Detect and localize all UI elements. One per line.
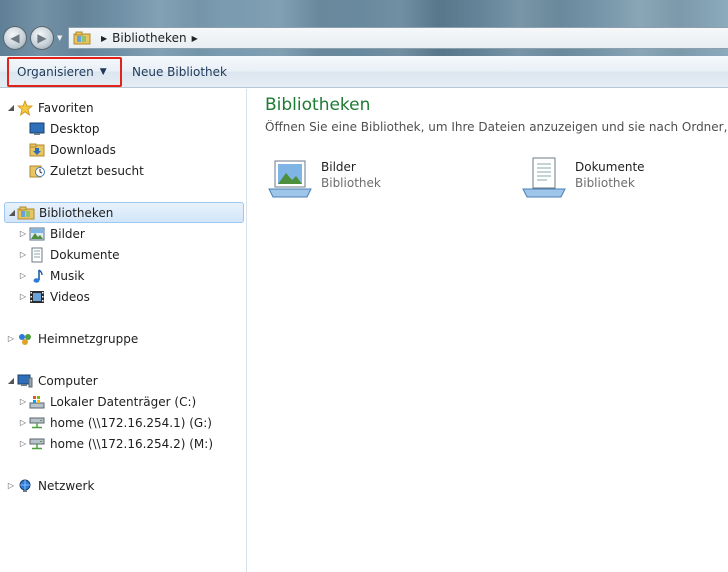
recent-pages-dropdown[interactable]: ▼: [57, 34, 65, 42]
nav-label: Desktop: [50, 121, 100, 136]
libraries-icon: [17, 205, 35, 221]
nav-item-drive-c[interactable]: ▷ Lokaler Datenträger (C:): [0, 391, 247, 412]
network-icon: [16, 478, 34, 494]
breadcrumb-bibliotheken[interactable]: Bibliotheken: [112, 31, 186, 45]
nav-item-drive-g[interactable]: ▷ home (\\172.16.254.1) (G:): [0, 412, 247, 433]
nav-label: home (\\172.16.254.2) (M:): [50, 436, 214, 451]
nav-label: Netzwerk: [38, 478, 95, 493]
new-library-label: Neue Bibliothek: [132, 64, 227, 79]
organize-label: Organisieren: [17, 64, 94, 79]
nav-item-libraries[interactable]: ◢ Bibliotheken: [4, 202, 244, 223]
new-library-button[interactable]: Neue Bibliothek: [122, 57, 237, 87]
network-drive-icon: [28, 415, 46, 431]
organize-button[interactable]: Organisieren ▼: [7, 56, 122, 87]
documents-icon: [28, 247, 46, 263]
nav-label: home (\\172.16.254.1) (G:): [50, 415, 212, 430]
recent-places-icon: [28, 163, 46, 179]
nav-label: Bibliotheken: [39, 205, 114, 220]
arrow-left-icon: ◀: [10, 31, 20, 45]
collapsed-arrow-icon[interactable]: ▷: [18, 439, 28, 448]
local-drive-icon: [28, 394, 46, 410]
back-button[interactable]: ◀: [3, 26, 27, 50]
star-icon: [16, 99, 34, 116]
computer-icon: [16, 373, 34, 389]
nav-item-computer[interactable]: ◢ Computer: [0, 370, 247, 391]
collapsed-arrow-icon[interactable]: ▷: [18, 271, 28, 280]
pictures-library-icon: [268, 160, 312, 198]
collapsed-arrow-icon[interactable]: ▷: [6, 481, 16, 490]
content-pane: Bibliotheken Öffnen Sie eine Bibliothek,…: [248, 89, 728, 572]
arrow-right-icon: ▶: [37, 31, 47, 45]
page-title: Bibliotheken: [265, 95, 371, 115]
nav-label: Videos: [50, 289, 90, 304]
nav-item-desktop[interactable]: Desktop: [0, 118, 247, 139]
nav-item-videos[interactable]: ▷ Videos: [0, 286, 247, 307]
nav-label: Heimnetzgruppe: [38, 331, 139, 346]
address-bar[interactable]: ▶ Bibliotheken ▶: [68, 27, 728, 49]
collapsed-arrow-icon[interactable]: ▷: [18, 292, 28, 301]
libraries-icon: [73, 31, 91, 45]
page-subtitle: Öffnen Sie eine Bibliothek, um Ihre Date…: [265, 120, 728, 134]
nav-label: Dokumente: [50, 247, 120, 262]
library-type: Bibliothek: [321, 176, 381, 190]
nav-item-music[interactable]: ▷ Musik: [0, 265, 247, 286]
nav-item-recent[interactable]: Zuletzt besucht: [0, 160, 247, 181]
expanded-arrow-icon[interactable]: ◢: [7, 208, 17, 217]
nav-item-favorites[interactable]: ◢ Favoriten: [0, 97, 247, 118]
navigation-pane: ◢ Favoriten Desktop Downloads Zuletzt be…: [0, 89, 247, 572]
collapsed-arrow-icon[interactable]: ▷: [18, 229, 28, 238]
downloads-folder-icon: [28, 142, 46, 158]
library-item-pictures[interactable]: Bilder Bibliothek: [265, 155, 381, 199]
documents-library-icon: [522, 157, 566, 198]
nav-item-pictures[interactable]: ▷ Bilder: [0, 223, 247, 244]
library-item-documents[interactable]: Dokumente Bibliothek: [519, 155, 645, 199]
music-icon: [28, 268, 46, 284]
library-name: Dokumente: [575, 160, 645, 174]
chevron-down-icon: ▼: [57, 34, 63, 42]
pictures-icon: [28, 226, 46, 242]
command-bar: Organisieren ▼ Neue Bibliothek: [0, 56, 728, 88]
collapsed-arrow-icon[interactable]: ▷: [6, 334, 16, 343]
expanded-arrow-icon[interactable]: ◢: [6, 376, 16, 385]
collapsed-arrow-icon[interactable]: ▷: [18, 250, 28, 259]
library-name: Bilder: [321, 160, 356, 174]
nav-label: Musik: [50, 268, 85, 283]
breadcrumb-separator-icon[interactable]: ▶: [101, 34, 107, 43]
nav-label: Bilder: [50, 226, 85, 241]
nav-item-documents[interactable]: ▷ Dokumente: [0, 244, 247, 265]
collapsed-arrow-icon[interactable]: ▷: [18, 418, 28, 427]
nav-item-network[interactable]: ▷ Netzwerk: [0, 475, 247, 496]
caret-down-icon: ▼: [99, 66, 107, 77]
network-drive-icon: [28, 436, 46, 452]
nav-item-homegroup[interactable]: ▷ Heimnetzgruppe: [0, 328, 247, 349]
nav-item-downloads[interactable]: Downloads: [0, 139, 247, 160]
nav-label: Downloads: [50, 142, 116, 157]
breadcrumb-separator-icon[interactable]: ▶: [192, 34, 198, 43]
nav-label: Zuletzt besucht: [50, 163, 144, 178]
nav-label: Computer: [38, 373, 98, 388]
collapsed-arrow-icon[interactable]: ▷: [18, 397, 28, 406]
expanded-arrow-icon[interactable]: ◢: [6, 103, 16, 112]
nav-label: Lokaler Datenträger (C:): [50, 394, 197, 409]
nav-item-drive-m[interactable]: ▷ home (\\172.16.254.2) (M:): [0, 433, 247, 454]
nav-label: Favoriten: [38, 100, 94, 115]
videos-icon: [28, 289, 46, 305]
library-type: Bibliothek: [575, 176, 635, 190]
window-title-bar: ◀ ▶ ▼ ▶ Bibliotheken ▶: [0, 0, 728, 56]
forward-button[interactable]: ▶: [30, 26, 54, 50]
desktop-icon: [28, 121, 46, 137]
homegroup-icon: [16, 331, 34, 347]
